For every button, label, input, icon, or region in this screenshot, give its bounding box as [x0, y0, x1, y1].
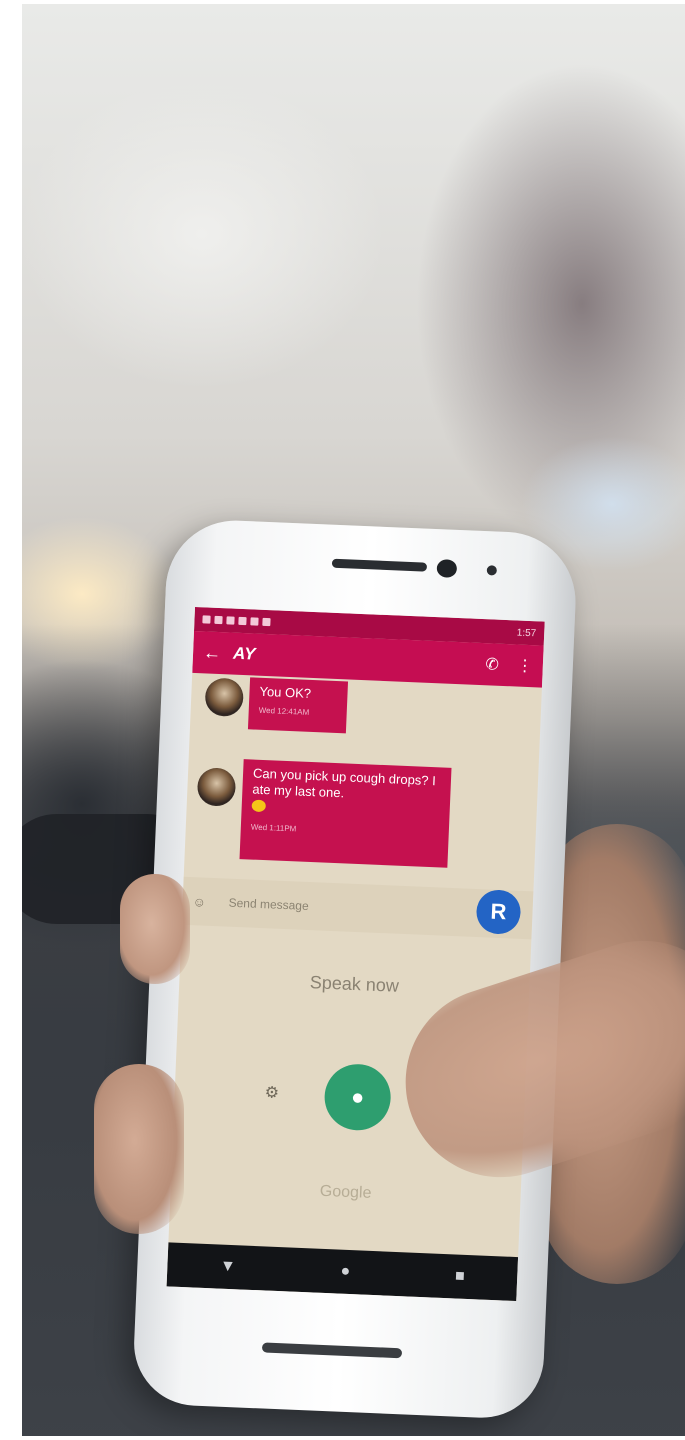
message-time: Wed 12:41AM — [258, 705, 310, 717]
home-circle-icon[interactable]: ● — [340, 1263, 350, 1281]
phone-icon[interactable]: ✆ — [485, 654, 499, 675]
microphone-button[interactable]: ● — [323, 1062, 392, 1132]
android-nav-bar: ▼ ● ■ — [166, 1242, 519, 1302]
left-finger — [120, 874, 190, 984]
contact-name: AY — [232, 643, 256, 664]
earpiece-speaker — [331, 558, 428, 572]
message-bubble: You OK? Wed 12:41AM — [247, 677, 349, 734]
message-text: Can you pick up cough drops? I ate my la… — [252, 765, 437, 801]
settings-icon[interactable]: ⚙ — [264, 1082, 279, 1103]
left-thumb — [94, 1064, 184, 1234]
recents-square-icon[interactable]: ■ — [455, 1267, 465, 1285]
notification-icons — [202, 615, 271, 627]
smartphone: 1:57 ← AY ✆ ⋮ You OK? Wed 12:41AM Can yo… — [131, 517, 579, 1421]
back-triangle-icon[interactable]: ▼ — [220, 1258, 237, 1277]
google-label: Google — [319, 1182, 372, 1202]
message-bubble: Can you pick up cough drops? I ate my la… — [239, 759, 452, 868]
status-time: 1:57 — [516, 626, 537, 639]
more-vert-icon[interactable]: ⋮ — [516, 656, 533, 677]
background-photo: 1:57 ← AY ✆ ⋮ You OK? Wed 12:41AM Can yo… — [22, 4, 685, 1436]
arrow-left-icon[interactable]: ← — [203, 642, 222, 664]
message-text: You OK? — [259, 683, 312, 701]
front-camera — [436, 559, 458, 578]
bottom-speaker-slot — [261, 1342, 403, 1359]
microphone-icon: ● — [350, 1083, 365, 1110]
sensor-dot — [486, 565, 498, 576]
avatar — [196, 767, 237, 807]
avatar — [204, 677, 245, 718]
message-time: Wed 1:11PM — [250, 822, 297, 834]
phone-screen: 1:57 ← AY ✆ ⋮ You OK? Wed 12:41AM Can yo… — [166, 606, 545, 1302]
emoji-icon — [251, 799, 266, 813]
smiley-icon[interactable]: ☺ — [192, 894, 219, 910]
